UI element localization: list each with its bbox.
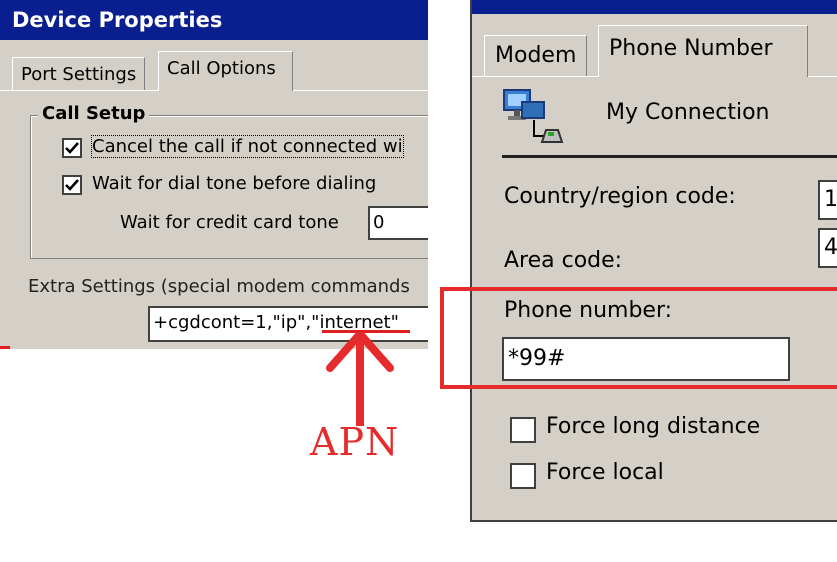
tab-phone-number[interactable]: Phone Number	[598, 25, 808, 77]
up-arrow-icon	[326, 332, 394, 426]
wait-dial-tone-label[interactable]: Wait for dial tone before dialing	[92, 173, 376, 194]
check-icon	[65, 142, 79, 154]
check-icon	[65, 179, 79, 191]
cancel-call-checkbox[interactable]	[62, 138, 82, 158]
area-code-input[interactable]: 4	[818, 228, 837, 268]
force-local-checkbox[interactable]	[510, 463, 536, 489]
connection-name: My Connection	[606, 100, 770, 125]
red-marker	[0, 346, 10, 349]
connection-properties-dialog: Modem Phone Number My Connection Country…	[470, 0, 837, 522]
tab-call-options[interactable]: Call Options	[158, 51, 293, 91]
force-local-label[interactable]: Force local	[546, 460, 664, 485]
dialog-title: Device Properties	[0, 0, 428, 40]
country-code-input[interactable]: 1	[818, 180, 837, 220]
separator	[502, 155, 837, 158]
tab-port-settings[interactable]: Port Settings	[12, 57, 146, 90]
credit-card-input[interactable]: 0	[368, 206, 428, 240]
call-setup-title: Call Setup	[38, 103, 150, 124]
titlebar	[472, 0, 837, 14]
wait-dial-tone-checkbox[interactable]	[62, 175, 82, 195]
country-code-label: Country/region code:	[504, 184, 736, 209]
tab-modem[interactable]: Modem	[484, 35, 588, 77]
network-connection-icon	[503, 89, 564, 143]
cancel-call-label[interactable]: Cancel the call if not connected wi	[91, 135, 404, 158]
apn-annotation: APN	[310, 420, 400, 464]
extra-settings-label: Extra Settings (special modem commands	[28, 276, 410, 297]
area-code-label: Area code:	[504, 248, 623, 273]
phone-number-highlight	[440, 287, 837, 389]
force-long-distance-label[interactable]: Force long distance	[546, 414, 760, 439]
device-properties-dialog: Device Properties Port Settings Call Opt…	[0, 0, 428, 349]
force-long-distance-checkbox[interactable]	[510, 417, 536, 443]
credit-card-label: Wait for credit card tone	[120, 212, 339, 233]
